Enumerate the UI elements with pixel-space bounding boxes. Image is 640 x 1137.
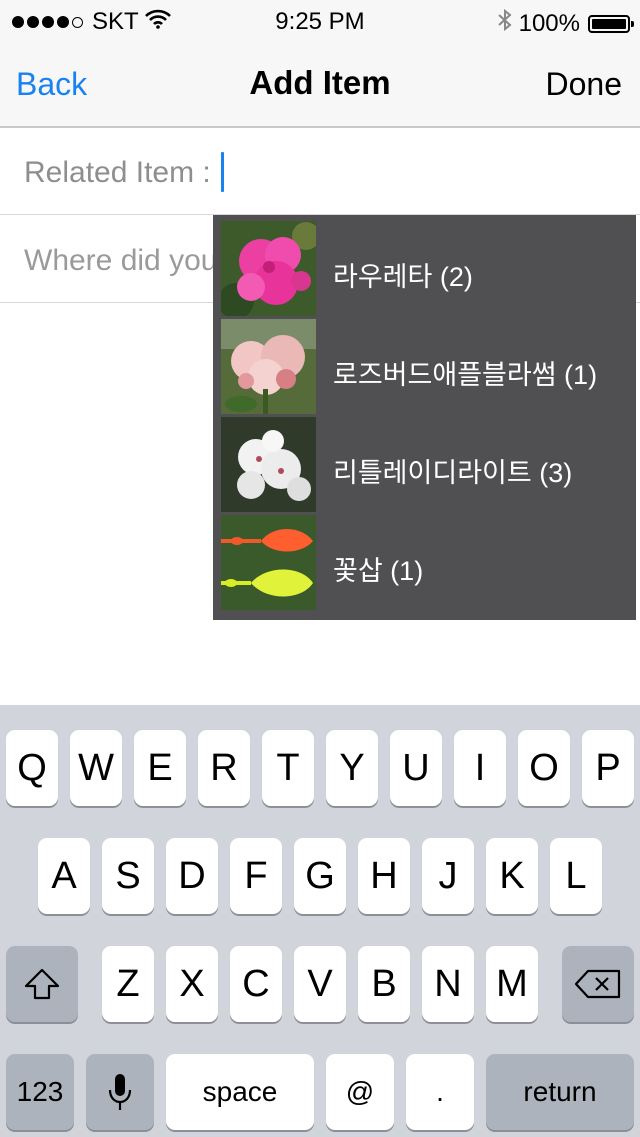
key-f[interactable]: F <box>230 838 282 914</box>
status-bar: SKT 9:25 PM 100% <box>0 0 640 40</box>
backspace-icon <box>574 968 622 1000</box>
text-cursor <box>221 152 224 192</box>
shift-icon <box>23 967 61 1001</box>
key-v[interactable]: V <box>294 946 346 1022</box>
suggestion-label: 꽃삽 (1) <box>333 556 424 586</box>
key-s[interactable]: S <box>102 838 154 914</box>
key-m[interactable]: M <box>486 946 538 1022</box>
key-e[interactable]: E <box>134 730 186 806</box>
key-x[interactable]: X <box>166 946 218 1022</box>
key-l[interactable]: L <box>550 838 602 914</box>
suggestion-item[interactable]: 로즈버드애플블라썸 (1) <box>213 319 636 417</box>
related-item-row[interactable]: Related Item : <box>0 128 640 215</box>
key-w[interactable]: W <box>70 730 122 806</box>
suggestion-label: 로즈버드애플블라썸 (1) <box>333 360 598 390</box>
key-b[interactable]: B <box>358 946 410 1022</box>
battery-icon <box>588 14 634 33</box>
key-k[interactable]: K <box>486 838 538 914</box>
navigation-bar: Back Add Item Done <box>0 40 640 128</box>
key-a[interactable]: A <box>38 838 90 914</box>
key-j[interactable]: J <box>422 838 474 914</box>
space-key[interactable]: space <box>166 1054 314 1130</box>
suggestion-label: 리틀레이디라이트 (3) <box>333 458 573 488</box>
key-u[interactable]: U <box>390 730 442 806</box>
numbers-key[interactable]: 123 <box>6 1054 74 1130</box>
related-item-label: Related Item : <box>24 156 211 189</box>
key-o[interactable]: O <box>518 730 570 806</box>
suggestion-item[interactable]: 리틀레이디라이트 (3) <box>213 417 636 515</box>
key-r[interactable]: R <box>198 730 250 806</box>
key-z[interactable]: Z <box>102 946 154 1022</box>
key-n[interactable]: N <box>422 946 474 1022</box>
at-key[interactable]: @ <box>326 1054 394 1130</box>
trowel-photo <box>221 515 316 610</box>
key-y[interactable]: Y <box>326 730 378 806</box>
suggestion-label: 라우레타 (2) <box>333 262 473 292</box>
key-i[interactable]: I <box>454 730 506 806</box>
white-flower-photo <box>221 417 316 512</box>
bluetooth-icon <box>497 8 513 39</box>
suggestion-item[interactable]: 라우레타 (2) <box>213 221 636 319</box>
shift-key[interactable] <box>6 946 78 1022</box>
key-g[interactable]: G <box>294 838 346 914</box>
microphone-icon <box>107 1072 133 1112</box>
page-title: Add Item <box>249 64 391 101</box>
key-t[interactable]: T <box>262 730 314 806</box>
return-key[interactable]: return <box>486 1054 634 1130</box>
backspace-key[interactable] <box>562 946 634 1022</box>
key-h[interactable]: H <box>358 838 410 914</box>
key-d[interactable]: D <box>166 838 218 914</box>
period-key[interactable]: . <box>406 1054 474 1130</box>
pink-flower-photo <box>221 221 316 316</box>
key-p[interactable]: P <box>582 730 634 806</box>
dictation-key[interactable] <box>86 1054 154 1130</box>
key-c[interactable]: C <box>230 946 282 1022</box>
keyboard: Q W E R T Y U I O P A S D F G H J K L Z … <box>0 705 640 1137</box>
done-button[interactable]: Done <box>546 66 623 103</box>
rosebud-flower-photo <box>221 319 316 414</box>
suggestion-item[interactable]: 꽃삽 (1) <box>213 515 636 613</box>
suggestion-list: 라우레타 (2) 로즈버드애플블라썸 (1) 리틀레이디라이트 (3) 꽃삽 (… <box>213 215 636 620</box>
key-q[interactable]: Q <box>6 730 58 806</box>
battery-percent: 100% <box>518 9 580 37</box>
